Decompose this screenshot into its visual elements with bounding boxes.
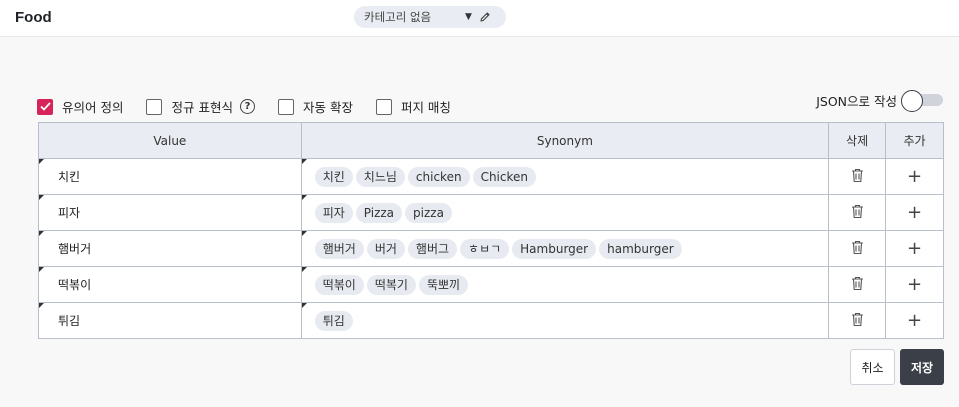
category-selector[interactable]: 카테고리 없음 ▼ — [354, 6, 506, 28]
value-cell[interactable]: 떡볶이 — [38, 266, 302, 303]
regex-checkbox[interactable] — [146, 98, 163, 115]
table-row: 떡볶이 떡볶이 떡복기 뚝뽀끼 + — [38, 266, 944, 303]
trash-icon[interactable] — [851, 168, 864, 186]
column-header-delete: 삭제 — [828, 122, 887, 159]
delete-cell — [828, 194, 887, 231]
regex-label: 정규 표현식 — [171, 100, 233, 115]
auto-expand-checkbox[interactable] — [277, 98, 294, 115]
table-header-row: Value Synonym 삭제 추가 — [38, 122, 944, 159]
caret-down-icon[interactable]: ▼ — [465, 12, 472, 22]
plus-icon[interactable]: + — [907, 274, 922, 295]
synonym-chip[interactable]: chicken — [407, 166, 470, 187]
synonym-chip[interactable]: 치느님 — [355, 166, 405, 187]
add-cell: + — [885, 194, 944, 231]
synonym-chip[interactable]: Hamburger — [512, 238, 597, 259]
save-button[interactable]: 저장 — [900, 349, 944, 385]
category-label: 카테고리 없음 — [364, 10, 432, 24]
table-row: 치킨 치킨 치느님 chicken Chicken + — [38, 158, 944, 195]
synonym-chip[interactable]: Chicken — [472, 166, 536, 187]
value-cell[interactable]: 피자 — [38, 194, 302, 231]
option-synonym-definition[interactable]: 유의어 정의 — [37, 97, 123, 116]
json-toggle-label: JSON으로 작성 — [816, 93, 897, 109]
synonym-chip[interactable]: 햄버그 — [407, 238, 458, 259]
json-toggle-group: JSON으로 작성 — [816, 90, 943, 112]
json-toggle-switch[interactable] — [901, 90, 943, 112]
synonym-chip[interactable]: 떡볶이 — [314, 274, 364, 295]
trash-icon[interactable] — [851, 312, 864, 330]
value-cell[interactable]: 치킨 — [38, 158, 302, 195]
delete-cell — [828, 266, 887, 303]
toggle-knob — [901, 90, 923, 112]
cancel-button[interactable]: 취소 — [850, 349, 895, 385]
synonym-chip[interactable]: 버거 — [366, 238, 405, 259]
fuzzy-matching-checkbox[interactable] — [375, 98, 392, 115]
plus-icon[interactable]: + — [907, 310, 922, 331]
synonym-cell[interactable]: 떡볶이 떡복기 뚝뽀끼 — [300, 266, 830, 303]
plus-icon[interactable]: + — [907, 202, 922, 223]
page-title: Food — [15, 9, 52, 26]
table-row: 햄버거 햄버거 버거 햄버그 ㅎㅂㄱ Hamburger hamburger + — [38, 230, 944, 267]
add-cell: + — [885, 158, 944, 195]
option-regex[interactable]: 정규 표현식 ? — [146, 97, 255, 116]
synonym-chip[interactable]: 햄버거 — [314, 238, 364, 259]
synonym-definition-label: 유의어 정의 — [62, 100, 124, 115]
fuzzy-matching-label: 퍼지 매칭 — [400, 100, 451, 115]
plus-icon[interactable]: + — [907, 166, 922, 187]
synonym-cell[interactable]: 피자 Pizza pizza — [300, 194, 830, 231]
synonym-chip[interactable]: ㅎㅂㄱ — [460, 238, 510, 259]
synonym-cell[interactable]: 치킨 치느님 chicken Chicken — [300, 158, 830, 195]
synonym-chip[interactable]: hamburger — [599, 238, 682, 259]
value-cell[interactable]: 햄버거 — [38, 230, 302, 267]
synonym-table: Value Synonym 삭제 추가 치킨 치킨 치느님 chicken Chicke… — [38, 122, 944, 339]
top-bar: Food 카테고리 없음 ▼ — [0, 0, 959, 37]
trash-icon[interactable] — [851, 276, 864, 294]
table-row: 튀김 튀김 + — [38, 302, 944, 339]
option-checkboxes: 유의어 정의 정규 표현식 ? 자동 확장 퍼지 매칭 — [37, 97, 474, 116]
pencil-icon[interactable] — [479, 11, 491, 23]
synonym-chip[interactable]: 떡복기 — [366, 274, 416, 295]
delete-cell — [828, 302, 887, 339]
delete-cell — [828, 158, 887, 195]
synonym-chip[interactable]: 피자 — [314, 202, 353, 223]
column-header-synonym: Synonym — [300, 122, 830, 159]
synonym-chip[interactable]: pizza — [405, 202, 452, 223]
trash-icon[interactable] — [851, 240, 864, 258]
synonym-definition-checkbox[interactable] — [37, 98, 53, 115]
plus-icon[interactable]: + — [907, 238, 922, 259]
auto-expand-label: 자동 확장 — [302, 100, 353, 115]
synonym-chip[interactable]: 뚝뽀끼 — [418, 274, 469, 295]
help-icon[interactable]: ? — [239, 99, 255, 114]
synonym-chip[interactable]: 치킨 — [314, 166, 353, 187]
add-cell: + — [885, 302, 944, 339]
trash-icon[interactable] — [851, 204, 864, 222]
option-fuzzy-matching[interactable]: 퍼지 매칭 — [375, 97, 451, 116]
add-cell: + — [885, 266, 944, 303]
add-cell: + — [885, 230, 944, 267]
column-header-add: 추가 — [885, 122, 944, 159]
column-header-value: Value — [38, 122, 302, 159]
synonym-chip[interactable]: 튀김 — [314, 310, 353, 331]
synonym-cell[interactable]: 햄버거 버거 햄버그 ㅎㅂㄱ Hamburger hamburger — [300, 230, 830, 267]
delete-cell — [828, 230, 887, 267]
synonym-cell[interactable]: 튀김 — [300, 302, 830, 339]
value-cell[interactable]: 튀김 — [38, 302, 302, 339]
check-icon — [39, 102, 51, 111]
synonym-chip[interactable]: Pizza — [355, 202, 403, 223]
option-auto-expand[interactable]: 자동 확장 — [277, 97, 353, 116]
table-row: 피자 피자 Pizza pizza + — [38, 194, 944, 231]
